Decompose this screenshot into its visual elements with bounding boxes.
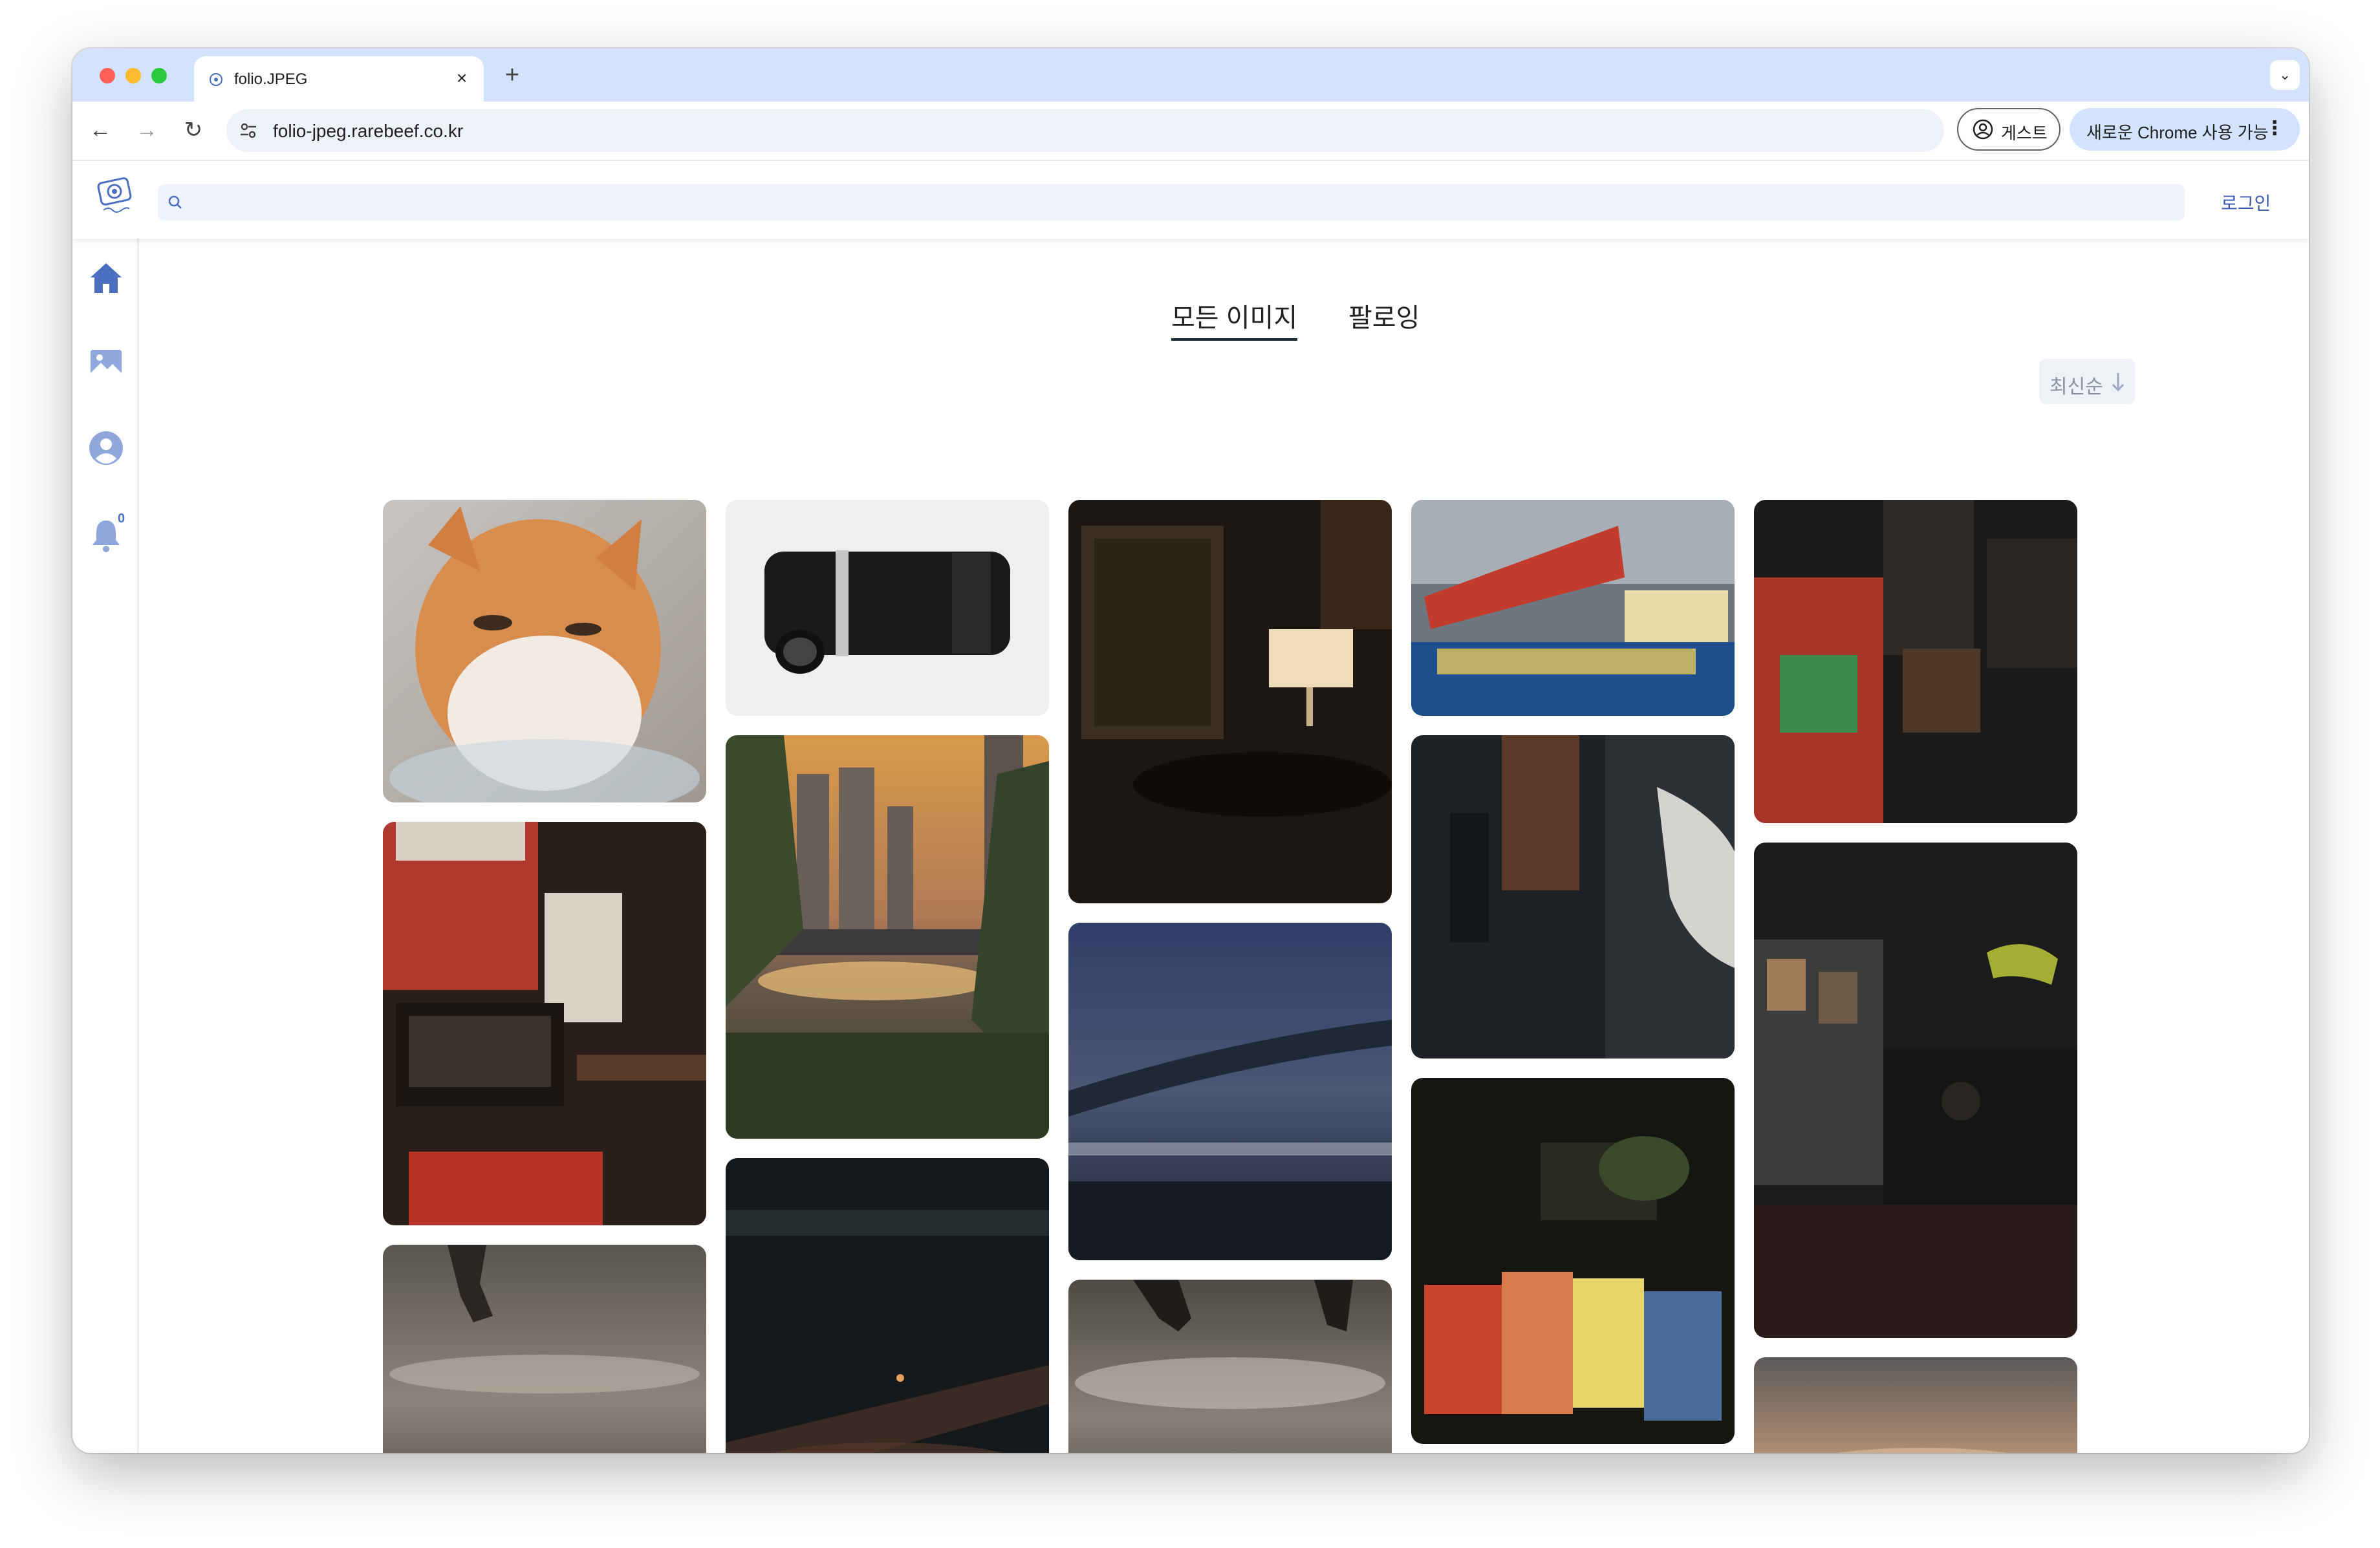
- photo-cloudy-sky[interactable]: [1754, 1357, 2077, 1453]
- tab-search-button[interactable]: ⌄: [2270, 60, 2300, 90]
- notifications-item[interactable]: 0: [72, 511, 137, 557]
- tab-all-images[interactable]: 모든 이미지: [1171, 297, 1298, 341]
- tab-close-button[interactable]: ×: [450, 67, 473, 90]
- home-icon[interactable]: [87, 258, 125, 297]
- photo-cat[interactable]: [383, 500, 706, 802]
- minimize-window-button[interactable]: [125, 68, 141, 83]
- forward-button[interactable]: →: [132, 116, 162, 145]
- photo-lamp-painting[interactable]: [1068, 500, 1392, 903]
- tab-title: folio.JPEG: [234, 70, 308, 88]
- url-text: folio-jpeg.rarebeef.co.kr: [273, 121, 464, 141]
- main-content: 모든 이미지 팔로잉 최신순: [139, 239, 2309, 1453]
- profile-icon: [1973, 119, 1993, 140]
- photo-camera-lens[interactable]: [726, 500, 1049, 716]
- gallery-tabs: 모든 이미지 팔로잉: [139, 297, 2309, 342]
- browser-toolbar: ← → ↻ folio-jpeg.rarebeef.co.kr 게스트 새로운 …: [72, 102, 2309, 161]
- sort-button[interactable]: 최신순: [2039, 359, 2135, 404]
- page-content: 로그인 0 모든 이미지 팔로잉 최신순: [72, 161, 2309, 1453]
- photo-bridge-dusk[interactable]: [1068, 923, 1392, 1260]
- sort-label: 최신순: [2050, 376, 2103, 398]
- back-button[interactable]: ←: [85, 116, 115, 145]
- guest-profile-button[interactable]: 게스트: [1957, 108, 2061, 151]
- sidebar: 0: [72, 239, 139, 1453]
- guest-label: 게스트: [2001, 124, 2048, 143]
- photo-cafe-interior[interactable]: [1754, 843, 2077, 1338]
- browser-tab[interactable]: folio.JPEG ×: [194, 56, 484, 102]
- menu-icon[interactable]: ⋮: [2265, 117, 2284, 140]
- photo-splashing-feet-2[interactable]: [1068, 1280, 1392, 1453]
- chrome-update-button[interactable]: 새로운 Chrome 사용 가능 ⋮: [2070, 108, 2300, 151]
- photo-city-sunset[interactable]: [726, 735, 1049, 1139]
- favicon-icon: [210, 73, 222, 86]
- new-tab-button[interactable]: +: [499, 63, 525, 89]
- search-icon: [168, 195, 182, 209]
- photo-dark-shop-display[interactable]: [1754, 500, 2077, 823]
- address-bar[interactable]: folio-jpeg.rarebeef.co.kr: [226, 109, 1944, 152]
- photo-cigarettes-shop[interactable]: [383, 822, 706, 1225]
- reload-button[interactable]: ↻: [178, 116, 208, 145]
- close-window-button[interactable]: [100, 68, 115, 83]
- zoom-window-button[interactable]: [151, 68, 167, 83]
- browser-window: folio.JPEG × + ⌄ ← → ↻ folio-jpeg.rarebe…: [72, 48, 2309, 1453]
- site-info-icon[interactable]: [237, 119, 260, 142]
- user-icon[interactable]: [87, 429, 125, 468]
- search-input[interactable]: [191, 189, 2173, 217]
- photo-dark-alley[interactable]: [1411, 735, 1735, 1059]
- photo-night-riverside[interactable]: [726, 1158, 1049, 1453]
- photo-american-trailer[interactable]: [1411, 500, 1735, 716]
- photo-plants-books[interactable]: [1411, 1078, 1735, 1444]
- photo-splashing-feet[interactable]: [383, 1245, 706, 1453]
- image-icon[interactable]: [87, 343, 125, 382]
- app-header: 로그인: [72, 161, 2309, 239]
- update-label: 새로운 Chrome 사용 가능: [2086, 123, 2269, 142]
- arrow-down-icon: [2112, 373, 2125, 392]
- login-link[interactable]: 로그인: [2221, 189, 2271, 215]
- tab-following[interactable]: 팔로잉: [1348, 297, 1420, 334]
- logo[interactable]: [85, 167, 144, 226]
- tab-strip: folio.JPEG × + ⌄: [72, 48, 2309, 102]
- notification-count-badge: 0: [118, 511, 125, 526]
- search-bar[interactable]: [158, 184, 2185, 220]
